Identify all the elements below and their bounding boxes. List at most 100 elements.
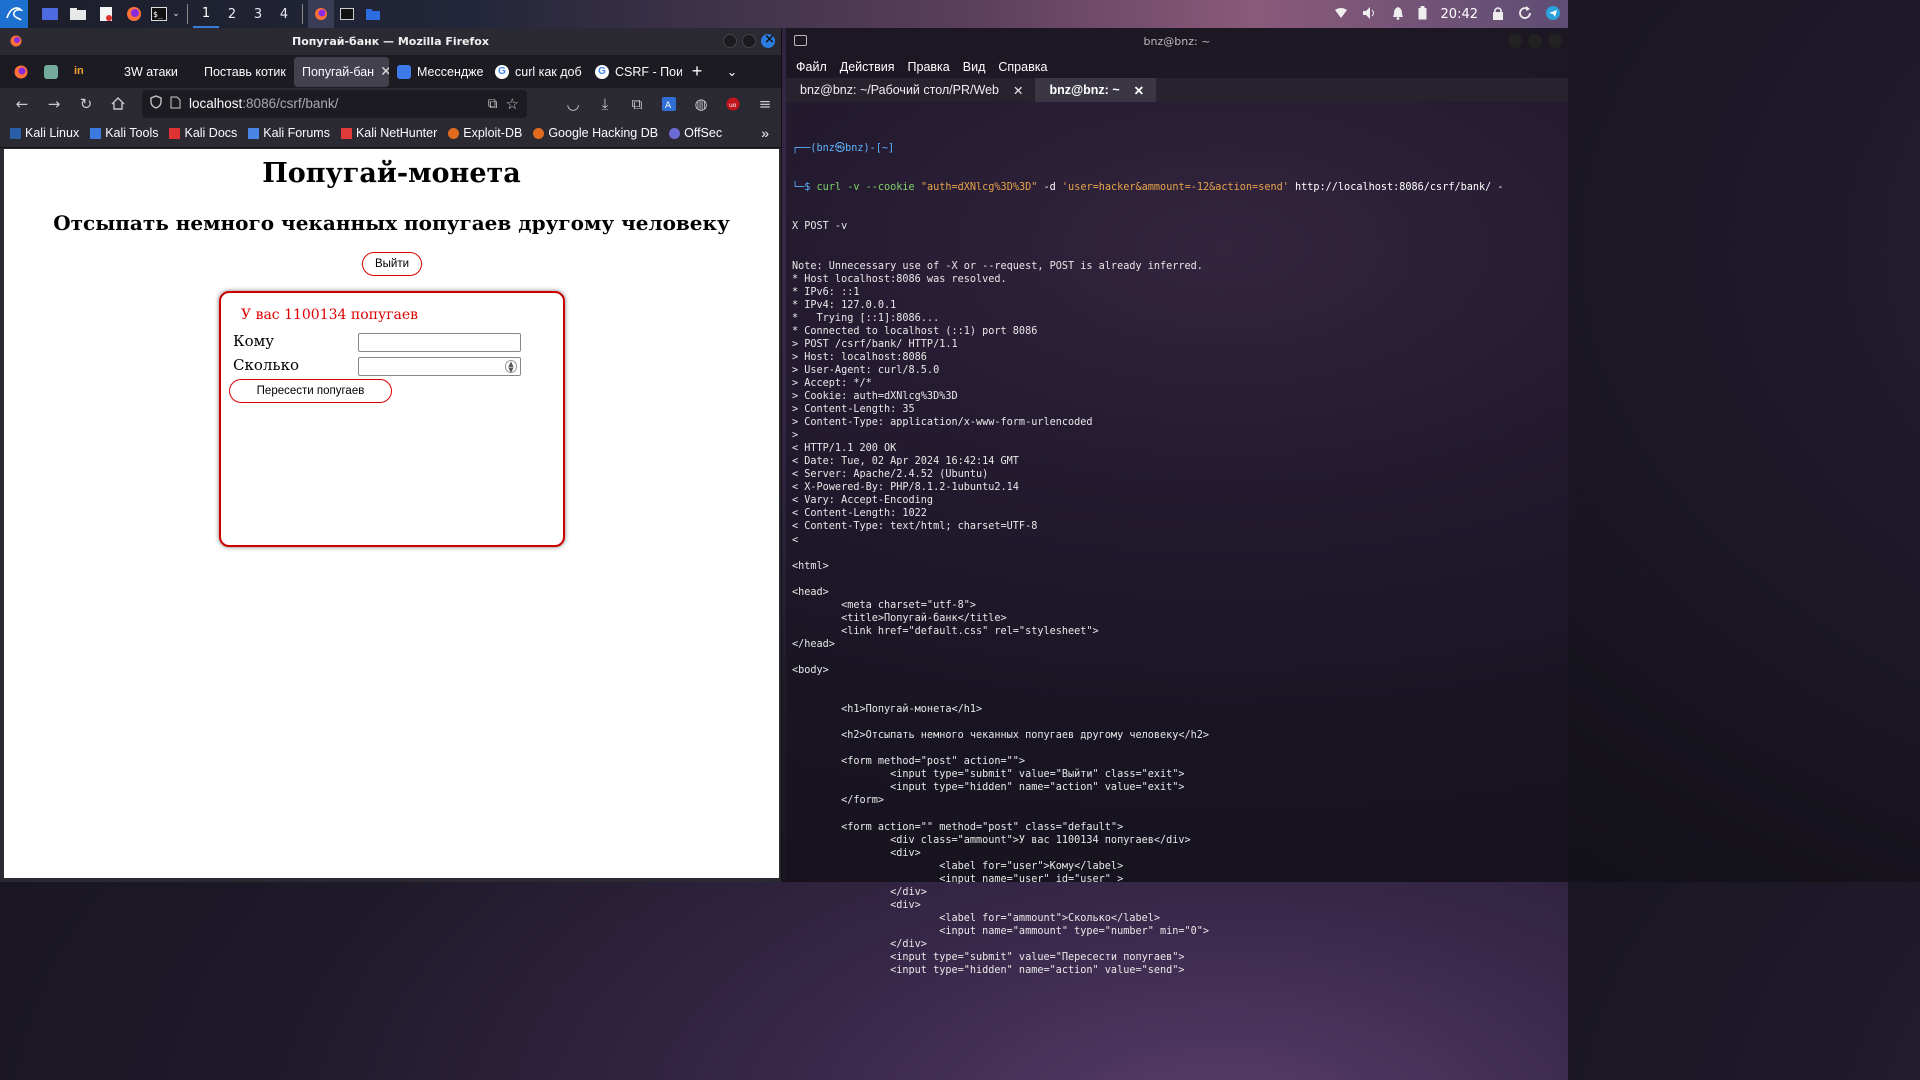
url-bar[interactable]: localhost:8086/csrf/bank/ ⧉ ☆ bbox=[142, 89, 527, 118]
bookmarks-overflow-icon[interactable]: » bbox=[761, 125, 781, 141]
workspace-3[interactable]: 3 bbox=[245, 0, 271, 28]
close-tab-icon[interactable]: ✕ bbox=[1134, 83, 1144, 98]
bookmark-label: Kali Linux bbox=[25, 126, 80, 140]
terminal-launcher-icon[interactable]: $_ bbox=[148, 0, 170, 28]
chevron-down-icon[interactable]: ⌄ bbox=[170, 0, 182, 28]
bookmark-google-hacking-db[interactable]: Google Hacking DB bbox=[533, 126, 658, 140]
taskbar-terminal-icon[interactable] bbox=[334, 0, 360, 28]
extensions-icon[interactable]: ⧉ bbox=[623, 91, 651, 117]
terminal-minimize-button[interactable] bbox=[1508, 34, 1522, 48]
menu-icon[interactable]: ≡ bbox=[751, 91, 779, 117]
refresh-icon[interactable] bbox=[1518, 5, 1532, 23]
tab-csrf[interactable]: G CSRF - Пои bbox=[587, 57, 682, 87]
home-icon[interactable] bbox=[104, 91, 132, 117]
close-button[interactable] bbox=[761, 32, 775, 48]
reload-icon[interactable]: ↻ bbox=[72, 91, 100, 117]
terminal-line: > Content-Type: application/x-www-form-u… bbox=[792, 417, 1093, 429]
show-desktop-icon[interactable] bbox=[36, 0, 64, 28]
menu-help[interactable]: Справка bbox=[998, 60, 1047, 74]
close-tab-icon[interactable]: ✕ bbox=[1013, 83, 1023, 98]
bookmark-exploit-db[interactable]: Exploit-DB bbox=[448, 126, 522, 140]
maximize-button[interactable] bbox=[742, 34, 756, 48]
terminal-line: </div> bbox=[792, 938, 927, 950]
translate-ext-icon[interactable]: A bbox=[655, 91, 683, 117]
downloads-icon[interactable]: ⤓ bbox=[591, 91, 619, 117]
tab-cat[interactable]: Поставь котик bbox=[196, 57, 294, 87]
tab-label: Попугай-бан bbox=[302, 64, 375, 79]
terminal-maximize-button[interactable] bbox=[1528, 34, 1542, 48]
tab-3w-attacks[interactable]: 3W атаки bbox=[96, 57, 196, 87]
kali-menu-icon[interactable] bbox=[0, 0, 28, 28]
ublock-icon[interactable]: uo bbox=[719, 91, 747, 117]
taskbar-firefox-icon[interactable] bbox=[308, 0, 334, 28]
terminal-line: <label for="user">Кому</label> bbox=[792, 860, 1124, 872]
new-tab-icon[interactable]: + bbox=[682, 57, 712, 87]
firefox-launcher-icon[interactable] bbox=[120, 0, 148, 28]
bookmark-kali-nethunter[interactable]: Kali NetHunter bbox=[340, 126, 437, 140]
volume-icon[interactable] bbox=[1362, 6, 1378, 23]
notifications-icon[interactable] bbox=[1392, 6, 1404, 23]
pocket-icon[interactable]: ◡ bbox=[559, 91, 587, 117]
translate-icon[interactable]: ⧉ bbox=[488, 96, 498, 112]
file-manager-icon[interactable] bbox=[64, 0, 92, 28]
list-tabs-icon[interactable]: ⌄ bbox=[712, 57, 752, 87]
terminal-line: <label for="ammount">Сколько</label> bbox=[792, 912, 1161, 924]
command-continuation: X POST -v bbox=[792, 221, 848, 233]
kali-icon bbox=[248, 127, 260, 139]
firefox-titlebar[interactable]: Попугай-банк — Mozilla Firefox bbox=[0, 28, 781, 55]
shield-icon[interactable] bbox=[150, 95, 162, 112]
kali-icon bbox=[90, 127, 102, 139]
workspace-2[interactable]: 2 bbox=[219, 0, 245, 28]
page-subtitle: Отсыпать немного чеканных попугаев друго… bbox=[53, 211, 730, 235]
page-icon[interactable] bbox=[170, 96, 181, 112]
lock-icon[interactable] bbox=[1492, 6, 1504, 23]
text-editor-icon[interactable] bbox=[92, 0, 120, 28]
menu-file[interactable]: Файл bbox=[796, 60, 827, 74]
menu-view[interactable]: Вид bbox=[963, 60, 986, 74]
quantity-input[interactable]: ▲ ▼ bbox=[358, 357, 521, 376]
terminal-icon bbox=[794, 35, 807, 46]
minimize-button[interactable] bbox=[723, 34, 737, 48]
taskbar-folder-icon[interactable] bbox=[360, 0, 386, 28]
battery-icon[interactable] bbox=[1418, 5, 1427, 23]
terminal-line: <head> bbox=[792, 586, 829, 598]
workspace-1[interactable]: 1 bbox=[193, 0, 219, 28]
globe-icon[interactable]: ◍ bbox=[687, 91, 715, 117]
send-parrots-button[interactable]: Пересести попугаев bbox=[229, 379, 392, 403]
close-tab-icon[interactable]: ✕ bbox=[380, 63, 389, 80]
tab-curl[interactable]: Gcurl как доб bbox=[487, 57, 587, 87]
top-panel: $_ ⌄ 1 2 3 4 20:42 bbox=[0, 0, 1568, 28]
tab-in[interactable]: in bbox=[66, 57, 96, 87]
bookmark-kali-forums[interactable]: Kali Forums bbox=[248, 126, 330, 140]
spinner-icon[interactable]: ▲ ▼ bbox=[505, 360, 517, 374]
bookmark-kali-tools[interactable]: Kali Tools bbox=[90, 126, 158, 140]
back-icon[interactable]: ← bbox=[8, 91, 36, 117]
bookmark-star-icon[interactable]: ☆ bbox=[506, 95, 519, 113]
tab-parrot-bank[interactable]: Попугай-бан ✕ bbox=[294, 56, 389, 87]
terminal-close-button[interactable] bbox=[1548, 34, 1562, 48]
telegram-icon[interactable] bbox=[1546, 5, 1560, 23]
terminal-titlebar[interactable]: bnz@bnz: ~ bbox=[786, 28, 1568, 55]
recipient-input[interactable] bbox=[358, 333, 521, 352]
terminal-output[interactable]: ┌──(bnz㉿bnz)-[~] └─$ curl -v --cookie "a… bbox=[792, 116, 1562, 1003]
menu-edit[interactable]: Правка bbox=[908, 60, 950, 74]
terminal-line: <h1>Попугай-монета</h1> bbox=[792, 704, 983, 716]
terminal-tab-web[interactable]: bnz@bnz: ~/Рабочий стол/PR/Web ✕ bbox=[786, 78, 1035, 102]
wifi-icon[interactable] bbox=[1334, 7, 1348, 22]
forward-icon[interactable]: → bbox=[40, 91, 68, 117]
clock[interactable]: 20:42 bbox=[1441, 7, 1478, 22]
terminal-line: < Date: Tue, 02 Apr 2024 16:42:14 GMT bbox=[792, 456, 1019, 468]
bookmark-offsec[interactable]: OffSec bbox=[669, 126, 722, 140]
terminal-tab-home[interactable]: bnz@bnz: ~ ✕ bbox=[1035, 78, 1157, 102]
workspace-4[interactable]: 4 bbox=[271, 0, 297, 28]
tab-chatgpt[interactable] bbox=[36, 57, 66, 87]
google-icon: G bbox=[595, 64, 609, 79]
bookmark-kali-docs[interactable]: Kali Docs bbox=[169, 126, 237, 140]
bookmark-kali-linux[interactable]: Kali Linux bbox=[10, 126, 79, 140]
exit-button[interactable]: Выйти bbox=[362, 252, 422, 276]
firefox-view-icon[interactable] bbox=[6, 65, 36, 79]
messenger-icon bbox=[397, 64, 411, 79]
tab-messenger[interactable]: Мессендже bbox=[389, 57, 487, 87]
menu-actions[interactable]: Действия bbox=[840, 60, 895, 74]
